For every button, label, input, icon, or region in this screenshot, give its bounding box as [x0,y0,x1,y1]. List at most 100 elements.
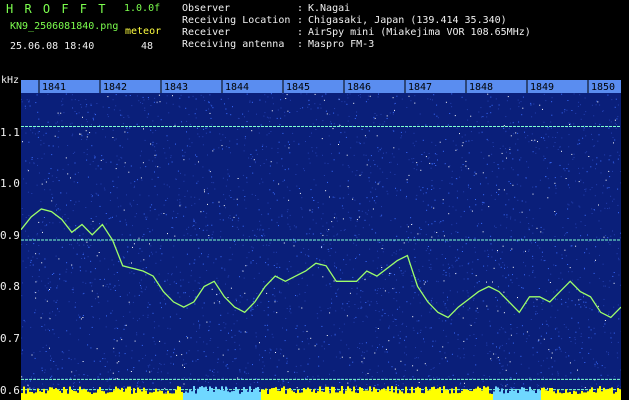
noise-speck [25,107,26,109]
noise-speck [393,240,395,242]
noise-speck [599,123,601,125]
noise-speck [86,159,88,161]
noise-speck [532,258,534,260]
noise-speck [248,251,250,253]
bottom-bar-segment [207,391,209,400]
noise-speck [588,319,589,321]
noise-speck [55,314,57,316]
noise-speck [530,104,532,106]
noise-speck [418,186,420,188]
noise-speck [220,230,222,232]
noise-speck [487,140,489,142]
noise-speck [31,276,33,278]
noise-speck [577,322,579,324]
bottom-bar-segment [265,388,267,400]
noise-speck [153,340,155,342]
noise-speck [142,358,144,359]
noise-speck [588,352,590,354]
noise-speck [73,385,74,387]
noise-speck [337,289,338,291]
noise-speck [498,189,500,191]
noise-speck [252,230,254,232]
noise-speck [583,296,584,298]
noise-speck [116,340,118,342]
noise-speck [594,209,596,211]
bottom-bar-segment [617,388,619,400]
bottom-bar-segment [181,391,183,400]
noise-speck [213,182,215,184]
noise-speck [503,168,505,170]
noise-speck [338,99,340,101]
noise-speck [183,359,184,361]
noise-speck [249,166,251,167]
noise-speck [393,147,395,149]
noise-speck [36,184,38,186]
noise-speck [360,296,362,298]
noise-speck [493,240,495,242]
noise-speck [531,116,533,118]
noise-speck [475,364,477,366]
noise-speck [358,141,360,143]
noise-speck [246,181,248,183]
noise-speck [525,127,527,129]
noise-speck [431,301,432,303]
noise-speck [436,376,438,378]
noise-speck [376,303,378,304]
noise-speck [618,259,620,261]
noise-speck [451,176,453,178]
noise-speck [554,182,556,184]
noise-speck [513,387,515,389]
noise-speck [38,221,40,223]
noise-speck [578,101,580,103]
noise-speck [461,169,463,171]
noise-speck [38,253,40,255]
noise-speck [363,154,365,156]
noise-speck [487,183,489,185]
noise-speck [202,315,204,317]
noise-speck [58,384,60,385]
noise-speck [289,152,291,154]
noise-speck [193,221,195,222]
noise-speck [576,259,578,260]
noise-speck [45,344,47,346]
bottom-bar-segment [73,390,75,400]
noise-speck [511,167,513,169]
noise-speck [323,259,325,261]
noise-speck [433,163,435,164]
noise-speck [339,185,341,187]
time-tick-label: 1844 [225,82,249,93]
noise-speck [284,169,286,171]
noise-speck [527,135,529,137]
noise-speck [169,316,171,318]
noise-speck [584,305,585,307]
noise-speck [466,338,468,340]
noise-speck [539,179,541,181]
noise-speck [593,115,595,117]
noise-speck [90,245,92,246]
noise-speck [382,186,384,188]
noise-speck [478,223,479,225]
noise-speck [561,137,563,139]
noise-speck [411,158,413,160]
noise-speck [167,327,169,329]
noise-speck [259,99,261,101]
noise-speck [528,227,530,229]
noise-speck [29,162,31,164]
noise-speck [524,274,525,276]
noise-speck [396,95,398,97]
noise-speck [487,93,489,95]
noise-speck [406,179,408,181]
noise-speck [499,329,501,331]
noise-speck [204,100,206,101]
noise-speck [382,309,384,311]
noise-speck [296,295,298,297]
noise-speck [113,273,115,275]
noise-speck [329,143,331,145]
noise-speck [305,254,306,256]
noise-speck [268,117,270,119]
noise-speck [266,244,268,246]
noise-speck [223,205,225,207]
noise-speck [317,267,319,269]
noise-speck [259,342,260,344]
noise-speck [434,220,436,222]
